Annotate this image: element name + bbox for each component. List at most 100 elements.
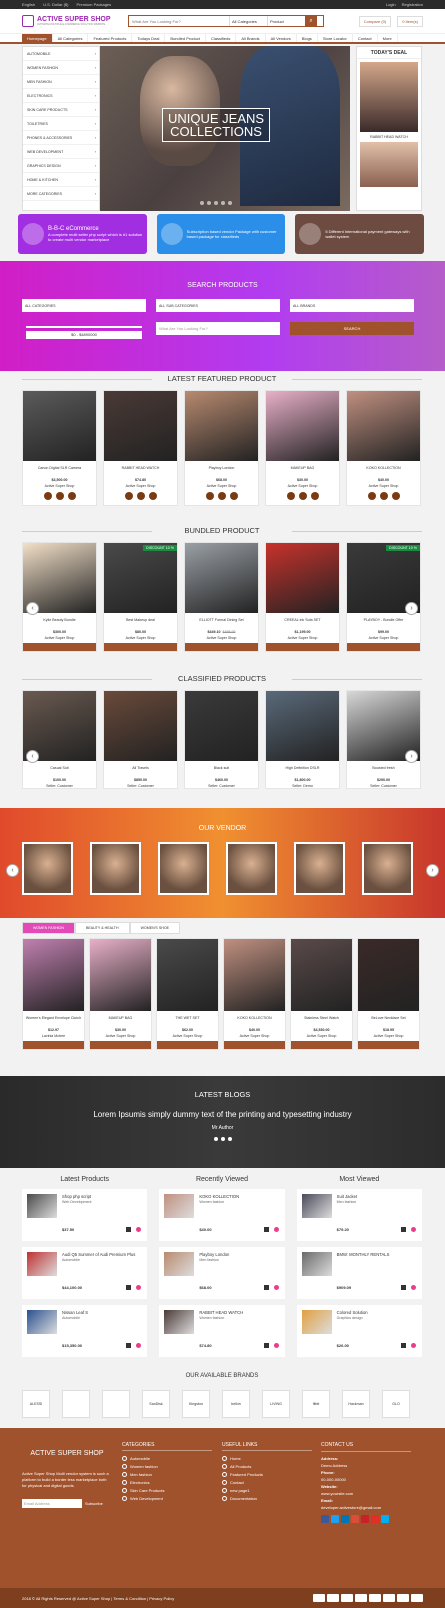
list-item[interactable]: Suit Jacket Men fashion $79.20 [296,1189,422,1241]
product-name[interactable]: Black suit [185,766,258,774]
product-card[interactable]: KOKO KOLLECTION $40.00 Active Super Shop [223,938,286,1050]
product-name[interactable]: CREEAL ink Sofa SET [266,618,339,626]
footer-category-link[interactable]: Electronics [122,1478,212,1486]
product-image[interactable] [266,543,339,613]
product-name[interactable]: RABBIT HEAD WATCH [104,466,177,474]
price-range-slider[interactable]: $0 - $4890000 [22,322,146,341]
prev-arrow[interactable]: ‹ [26,750,39,763]
product-image[interactable] [266,391,339,461]
product-image[interactable] [157,939,218,1011]
product-name[interactable]: KOKO KOLLECTION [224,1016,285,1024]
heart-icon[interactable] [136,1343,142,1348]
cart-icon[interactable] [400,1227,406,1232]
product-image[interactable] [185,391,258,461]
footer-useful-link[interactable]: Documentation [222,1494,312,1502]
google-plus-icon[interactable] [351,1515,359,1523]
product-card[interactable]: Kylie Beauty Bundle $300.00 Active Super S… [22,542,97,652]
product-image[interactable] [185,691,258,761]
store-name[interactable]: Active Super Shop [104,484,177,488]
add-to-cart-button[interactable] [90,1041,151,1049]
footer-useful-link[interactable]: new page1 [222,1486,312,1494]
store-name[interactable]: Active Super Shop [224,1034,285,1038]
compare-icon[interactable] [379,492,388,500]
add-to-cart-button[interactable] [266,643,339,651]
list-item[interactable]: Nissan Leaf S Automobile $15,350.00 [22,1305,148,1357]
brand-logo[interactable]: fitbit [302,1390,330,1418]
list-item-name[interactable]: Audi Q5 Summer of Audi Premium Plus [62,1252,135,1257]
footer-category-link[interactable]: Women fashion [122,1462,212,1470]
list-thumbnail[interactable] [164,1252,195,1276]
product-card[interactable]: Stainless Steel Watch $4,530.00 Active Sup… [290,938,353,1050]
product-name[interactable]: ELLIOTT Formal Dining Set [185,618,258,626]
store-name[interactable]: Active Super Shop [347,636,420,640]
list-thumbnail[interactable] [164,1194,195,1218]
product-card[interactable]: Playboy London $68.00 Active Super Shop [184,390,259,506]
promo-banner[interactable]: Subscription based vendor Package with c… [156,214,286,254]
list-thumbnail[interactable] [301,1310,332,1334]
next-arrow[interactable]: › [405,602,418,615]
heart-icon[interactable] [391,492,400,500]
sidebar-category[interactable]: MEN FASHION › [23,75,99,89]
brand-logo[interactable]: SanDisk [142,1390,170,1418]
cart-icon[interactable] [126,1285,132,1290]
sidebar-category[interactable]: WEB DEVELOPMENT › [23,145,99,159]
product-image[interactable] [185,543,258,613]
nav-item-10[interactable]: Contact [353,34,378,42]
add-to-cart-button[interactable] [358,1041,419,1049]
product-image[interactable] [266,691,339,761]
vendor-prev-arrow[interactable]: ‹ [6,864,19,877]
cart-icon[interactable] [400,1343,406,1348]
slider-dots[interactable] [200,201,232,205]
list-item-name[interactable]: KOKO KOLLECTION [199,1194,239,1199]
add-to-cart-button[interactable] [347,643,420,651]
list-item[interactable]: Shop php script Web Development $37.50 [22,1189,148,1241]
store-name[interactable]: Active Super Shop [266,484,339,488]
product-image[interactable] [358,939,419,1011]
brand-logo[interactable] [62,1390,90,1418]
store-name[interactable]: Active Super Shop [157,1034,218,1038]
category-dropdown[interactable]: ALL CATEGORIES [22,299,146,312]
list-item-name[interactable]: Nissan Leaf S [62,1310,88,1315]
newsletter-email-input[interactable]: Email Address [22,1499,82,1508]
language-select[interactable]: English [22,2,35,7]
sidebar-category[interactable]: GRAPHICS DESIGN › [23,159,99,173]
list-thumbnail[interactable] [164,1310,195,1334]
currency-select[interactable]: U.S. Dollar ($) [43,2,68,7]
add-to-cart-button[interactable] [185,643,258,651]
nav-item-11[interactable]: More [378,34,398,42]
product-card[interactable]: RABBIT HEAD WATCH $74.80 Active Super Shop [103,390,178,506]
cart-icon[interactable] [126,1343,132,1348]
product-name[interactable]: All Travels [104,766,177,774]
search-input[interactable] [129,16,229,26]
sidebar-category[interactable]: SKIN CARE PRODUCTS › [23,103,99,117]
product-search-input[interactable]: What Are You Looking For? [156,322,280,335]
cart-icon[interactable] [263,1285,269,1290]
add-to-cart-button[interactable] [23,1041,84,1049]
product-image[interactable] [104,391,177,461]
heart-icon[interactable] [310,492,319,500]
category-select[interactable]: All Categories [229,16,267,26]
heart-icon[interactable] [273,1285,279,1290]
heart-icon[interactable] [410,1227,416,1232]
tab-2[interactable]: WOMEN'S SHOE [129,922,181,934]
add-to-cart-button[interactable] [104,643,177,651]
product-name[interactable]: KOKO KOLLECTION [347,466,420,474]
vendor-avatar[interactable] [362,842,413,895]
vendor-next-arrow[interactable]: › [426,864,439,877]
product-name[interactable]: Best Makeup deal [104,618,177,626]
subcategory-dropdown[interactable]: ALL SUB CATEGORIES [156,299,280,312]
compare-icon[interactable] [298,492,307,500]
store-name[interactable]: Seller: Customer [185,784,258,788]
product-card[interactable]: Canon Digital SLR Camera $3,500.00 Active … [22,390,97,506]
heart-icon[interactable] [410,1343,416,1348]
deal-image-2[interactable] [360,142,418,187]
cart-icon[interactable] [263,1343,269,1348]
type-select[interactable]: Product [267,16,305,26]
list-item[interactable]: KOKO KOLLECTION Women fashion $40.00 [159,1189,285,1241]
product-name[interactable]: Canon Digital SLR Camera [23,466,96,474]
facebook-icon[interactable] [321,1515,329,1523]
store-name[interactable]: Lavinia Mcbee [23,1034,84,1038]
heart-icon[interactable] [229,492,238,500]
product-card[interactable]: MAKEUP BAG $30.00 Active Super Shop [89,938,152,1050]
vendor-avatar[interactable] [158,842,209,895]
